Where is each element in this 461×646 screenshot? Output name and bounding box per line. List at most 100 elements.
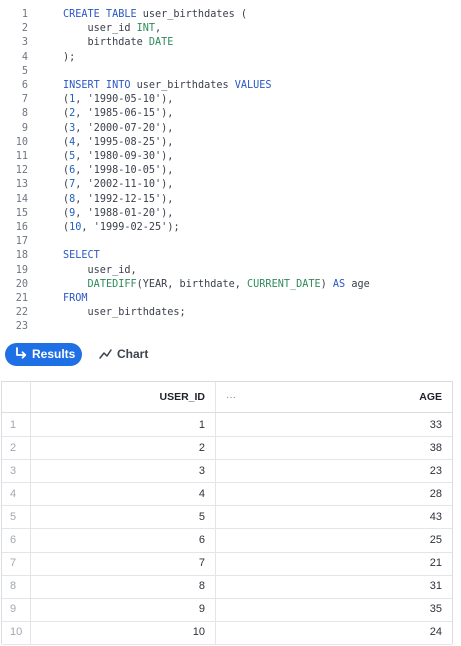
- row-index: 4: [2, 482, 31, 506]
- code-line[interactable]: 3 birthdate DATE: [0, 36, 461, 50]
- code-token: '2000-07-20': [87, 122, 162, 134]
- line-number: 23: [15, 321, 28, 333]
- code-line[interactable]: 20 DATEDIFF(YEAR, birthdate, CURRENT_DAT…: [0, 278, 461, 292]
- cell-user-id[interactable]: 3: [31, 459, 216, 483]
- code-token: '1995-08-25': [87, 136, 162, 148]
- code-line[interactable]: 18 SELECT: [0, 249, 461, 263]
- column-menu-icon[interactable]: ···: [226, 392, 236, 403]
- code-text: CREATE TABLE user_birthdates (: [63, 8, 247, 22]
- line-number: 6: [21, 80, 28, 91]
- row-index: 1: [2, 413, 31, 436]
- line-number: 8: [21, 108, 28, 120]
- code-token: SELECT: [63, 250, 100, 262]
- code-line[interactable]: 21 FROM: [0, 292, 461, 306]
- cell-age[interactable]: 35: [216, 598, 452, 621]
- code-token: '1980-09-30': [87, 151, 162, 162]
- code-text: SELECT: [63, 249, 100, 263]
- tab-results[interactable]: Results: [5, 343, 82, 366]
- line-number: 17: [15, 236, 28, 248]
- table-row[interactable]: 8 8 31: [2, 574, 452, 599]
- cell-age[interactable]: 23: [216, 459, 452, 482]
- cell-age[interactable]: 25: [216, 529, 452, 552]
- code-line[interactable]: 10 (4, '1995-08-25'),: [0, 136, 461, 150]
- code-token: );: [167, 222, 180, 233]
- code-line[interactable]: 19 user_id,: [0, 264, 461, 278]
- table-row[interactable]: 10 10 24: [2, 620, 452, 645]
- code-token: ): [320, 278, 333, 290]
- code-text: (1, '1990-05-10'),: [63, 93, 173, 107]
- code-token: ),: [161, 165, 174, 177]
- row-index: 6: [2, 528, 31, 552]
- code-line[interactable]: 6 INSERT INTO user_birthdates VALUES: [0, 79, 461, 93]
- cell-age[interactable]: 28: [216, 482, 452, 505]
- code-line[interactable]: 16 (10, '1999-02-25');: [0, 221, 461, 235]
- code-line[interactable]: 15 (9, '1988-01-20'),: [0, 207, 461, 221]
- table-row[interactable]: 3 3 23: [2, 459, 452, 484]
- table-row[interactable]: 1 1 33: [2, 413, 452, 437]
- row-index: 5: [2, 505, 31, 529]
- code-line[interactable]: 9 (3, '2000-07-20'),: [0, 122, 461, 136]
- code-line[interactable]: 17: [0, 235, 461, 249]
- table-row[interactable]: 4 4 28: [2, 482, 452, 507]
- cell-user-id[interactable]: 2: [31, 436, 216, 460]
- arrow-return-icon: [15, 347, 27, 361]
- table-row[interactable]: 7 7 21: [2, 551, 452, 576]
- column-header-age[interactable]: ··· AGE: [216, 382, 452, 412]
- code-token: ,: [75, 179, 88, 191]
- code-token: ),: [161, 151, 174, 162]
- cell-age[interactable]: 43: [216, 505, 452, 528]
- code-line[interactable]: 14 (8, '1992-12-15'),: [0, 193, 461, 207]
- code-line[interactable]: 22 user_birthdates;: [0, 306, 461, 320]
- cell-user-id[interactable]: 4: [31, 482, 216, 506]
- table-row[interactable]: 6 6 25: [2, 528, 452, 553]
- code-line[interactable]: 5: [0, 65, 461, 79]
- code-token: ,: [75, 165, 88, 177]
- code-line[interactable]: 23: [0, 320, 461, 334]
- code-token: 10: [69, 222, 82, 233]
- cell-user-id[interactable]: 9: [31, 597, 216, 621]
- column-header-user-id[interactable]: USER_ID: [31, 382, 216, 412]
- code-line[interactable]: 11 (5, '1980-09-30'),: [0, 150, 461, 164]
- cell-age[interactable]: 33: [216, 413, 452, 436]
- cell-age[interactable]: 21: [216, 552, 452, 575]
- table-row[interactable]: 9 9 35: [2, 597, 452, 622]
- code-token: ,: [81, 222, 94, 233]
- line-number: 1: [21, 9, 28, 20]
- code-line[interactable]: 1 CREATE TABLE user_birthdates (: [0, 8, 461, 22]
- code-line[interactable]: 12 (6, '1998-10-05'),: [0, 164, 461, 178]
- code-token: '1988-01-20': [87, 207, 162, 219]
- code-line[interactable]: 8 (2, '1985-06-15'),: [0, 107, 461, 121]
- code-token: age: [345, 278, 370, 290]
- cell-user-id[interactable]: 7: [31, 551, 216, 575]
- cell-user-id[interactable]: 10: [31, 620, 216, 644]
- table-row[interactable]: 2 2 38: [2, 436, 452, 461]
- code-line[interactable]: 7 (1, '1990-05-10'),: [0, 93, 461, 107]
- cell-user-id[interactable]: 8: [31, 574, 216, 598]
- tab-chart[interactable]: Chart: [96, 343, 156, 366]
- cell-age[interactable]: 31: [216, 575, 452, 598]
- cell-age[interactable]: 24: [216, 621, 452, 644]
- line-number: 5: [21, 65, 28, 77]
- code-line[interactable]: 2 user_id INT,: [0, 22, 461, 36]
- code-text: user_id INT,: [63, 22, 162, 36]
- cell-user-id[interactable]: 1: [31, 413, 216, 436]
- table-row[interactable]: 5 5 43: [2, 505, 452, 530]
- code-token: birthdate: [63, 37, 149, 49]
- cell-user-id[interactable]: 5: [31, 505, 216, 529]
- code-token: user_birthdates (: [142, 9, 248, 20]
- code-token: ),: [161, 122, 174, 134]
- code-line[interactable]: 13 (7, '2002-11-10'),: [0, 178, 461, 192]
- cell-age[interactable]: 38: [216, 436, 452, 459]
- code-text: (9, '1988-01-20'),: [63, 207, 173, 221]
- results-grid: USER_ID ··· AGE 1 1 33 2 2 38 3 3 23 4 4 28 5 5 43 6 6 25…: [1, 381, 453, 645]
- cell-user-id[interactable]: 6: [31, 528, 216, 552]
- code-token: ,: [75, 193, 88, 205]
- code-token: user_id: [63, 23, 137, 35]
- row-index: 7: [2, 551, 31, 575]
- code-text: (8, '1992-12-15'),: [63, 193, 173, 207]
- sql-editor[interactable]: 1 CREATE TABLE user_birthdates (2 user_id…: [0, 0, 461, 336]
- code-line[interactable]: 4);: [0, 51, 461, 65]
- line-number: 18: [15, 250, 28, 262]
- code-token: DATEDIFF: [87, 278, 137, 290]
- code-token: user_birthdates;: [63, 307, 186, 319]
